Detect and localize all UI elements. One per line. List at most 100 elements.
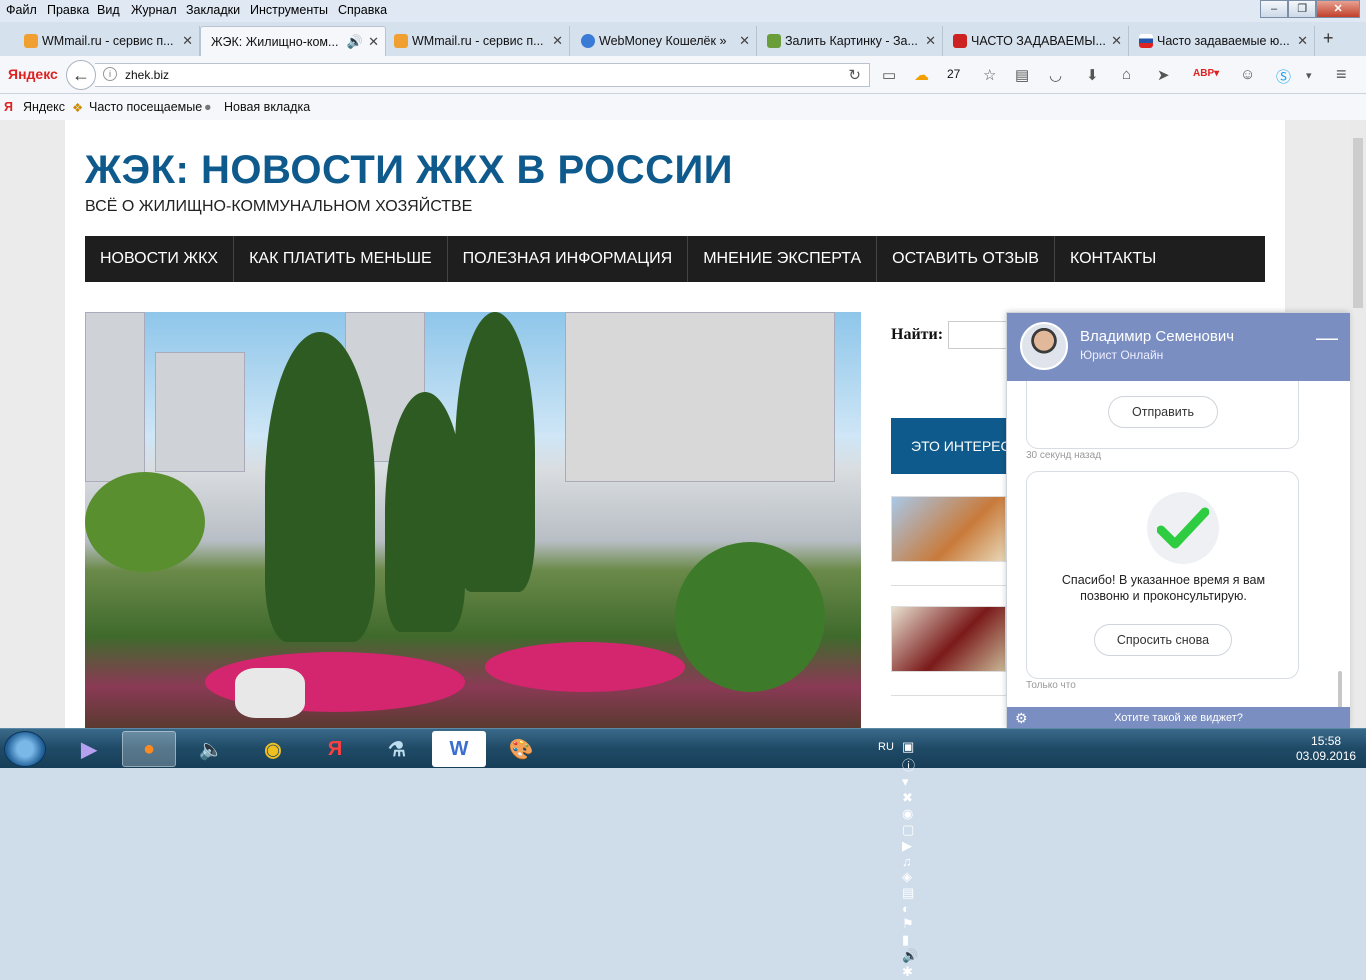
- close-tab-icon[interactable]: ✕: [552, 33, 563, 49]
- menu-history[interactable]: Журнал: [131, 3, 177, 17]
- weather-temp[interactable]: 27: [947, 67, 960, 81]
- minimize-button[interactable]: –: [1260, 0, 1289, 18]
- app-icon[interactable]: ⚗: [370, 731, 424, 767]
- menu-help[interactable]: Справка: [338, 3, 387, 17]
- audio-icon[interactable]: 🔈: [184, 731, 238, 767]
- close-window-button[interactable]: ✕: [1316, 0, 1360, 18]
- new-tab-icon[interactable]: +: [1323, 28, 1334, 49]
- menu-view[interactable]: Вид: [97, 3, 120, 17]
- chat-scrollbar[interactable]: [1338, 671, 1342, 707]
- firefox-icon[interactable]: ●: [122, 731, 176, 767]
- window-controls: – ❐ ✕: [1260, 0, 1360, 18]
- word-icon[interactable]: W: [432, 731, 486, 767]
- menu-bookmarks[interactable]: Закладки: [186, 3, 240, 17]
- send-button[interactable]: Отправить: [1108, 396, 1218, 428]
- menu-expert[interactable]: МНЕНИЕ ЭКСПЕРТА: [688, 236, 878, 282]
- bookmark-new-tab[interactable]: Новая вкладка: [224, 100, 310, 114]
- menu-pay-less[interactable]: КАК ПЛАТИТЬ МЕНЬШЕ: [234, 236, 448, 282]
- tab-webmoney[interactable]: WebMoney Кошелёк » ✕: [575, 26, 757, 56]
- close-tab-icon[interactable]: ✕: [1111, 33, 1122, 49]
- article-thumbnail[interactable]: [891, 606, 1006, 672]
- bookmarks-bar: Я Яндекс ❖ Часто посещаемые ● Новая вкла…: [0, 94, 1366, 120]
- start-button[interactable]: [4, 731, 46, 767]
- bookmark-yandex[interactable]: Яндекс: [23, 100, 65, 114]
- menu-news[interactable]: НОВОСТИ ЖКХ: [85, 236, 235, 282]
- yandex-logo[interactable]: Яндекс: [8, 66, 58, 82]
- tab-upload-image[interactable]: Залить Картинку - За... ✕: [761, 26, 943, 56]
- close-tab-icon[interactable]: ✕: [368, 34, 379, 50]
- pocket-icon[interactable]: ◡: [1049, 66, 1062, 84]
- tab-zhek[interactable]: ЖЭК: Жилищно-ком... 🔊 ✕: [200, 26, 386, 56]
- tab-wmmail-1[interactable]: WMmail.ru - сервис п... ✕: [18, 26, 200, 56]
- clock-time: 15:58: [1311, 734, 1342, 748]
- chrome-icon[interactable]: ◉: [246, 731, 300, 767]
- minimize-chat-icon[interactable]: —: [1316, 325, 1338, 351]
- close-tab-icon[interactable]: ✕: [182, 33, 193, 49]
- reload-icon[interactable]: ↻: [848, 66, 861, 84]
- bush: [675, 542, 825, 692]
- gear-icon[interactable]: ⚙: [1015, 707, 1028, 729]
- article-thumbnail[interactable]: [891, 496, 1006, 562]
- bookmark-most-visited[interactable]: Часто посещаемые: [89, 100, 202, 114]
- yandex-bookmark-icon: Я: [4, 100, 13, 114]
- close-tab-icon[interactable]: ✕: [739, 33, 750, 49]
- info-icon[interactable]: i: [103, 67, 117, 81]
- menu-file[interactable]: Файл: [6, 3, 37, 17]
- page-scrollbar[interactable]: [1350, 120, 1366, 728]
- tab-faq-1[interactable]: ЧАСТО ЗАДАВАЕМЫ... ✕: [947, 26, 1129, 56]
- weather-icon[interactable]: ☁: [914, 66, 929, 84]
- back-button[interactable]: ←: [66, 60, 96, 90]
- tree: [455, 312, 535, 592]
- close-tab-icon[interactable]: ✕: [1297, 33, 1308, 49]
- speaker-icon[interactable]: 🔊: [347, 34, 363, 50]
- widget-promo-link[interactable]: Хотите такой же виджет?: [1114, 712, 1243, 724]
- wmmail-icon: [394, 34, 408, 48]
- folder-icon: ❖: [72, 101, 84, 115]
- download-icon[interactable]: ⬇: [1086, 66, 1099, 84]
- menu-icon[interactable]: ≡: [1336, 64, 1347, 85]
- chat-form-bubble: Отправить: [1026, 381, 1299, 449]
- building: [155, 352, 245, 472]
- close-tab-icon[interactable]: ✕: [925, 33, 936, 49]
- star-icon[interactable]: ☆: [983, 66, 996, 84]
- russia-flag-icon: [1139, 34, 1153, 48]
- send-icon[interactable]: ➤: [1157, 66, 1170, 84]
- chat-widget: Владимир Семенович Юрист Онлайн — Отправ…: [1006, 312, 1350, 729]
- building: [85, 312, 145, 482]
- globe-icon: ●: [204, 100, 212, 114]
- language-indicator[interactable]: RU: [878, 741, 894, 753]
- avatar: [1020, 322, 1068, 370]
- scrollbar-thumb[interactable]: [1353, 138, 1363, 308]
- maximize-button[interactable]: ❐: [1288, 0, 1317, 18]
- menu-useful-info[interactable]: ПОЛЕЗНАЯ ИНФОРМАЦИЯ: [448, 236, 689, 282]
- menu-feedback[interactable]: ОСТАВИТЬ ОТЗЫВ: [877, 236, 1055, 282]
- tray-icons[interactable]: ▣ ⓘ ▾ ✖ ◉ ▢ ▶ ♫ ◈ ▤ ◐ ⚑ ▮ 🔊 ✱: [902, 739, 918, 980]
- reading-list-icon[interactable]: ▤: [1015, 66, 1029, 84]
- search-label: Найти:: [891, 326, 944, 343]
- tab-bar: WMmail.ru - сервис п... ✕ ЖЭК: Жилищно-ко…: [0, 22, 1366, 56]
- yandex-browser-icon[interactable]: Я: [308, 731, 362, 767]
- tab-wmmail-2[interactable]: WMmail.ru - сервис п... ✕: [388, 26, 570, 56]
- site-title[interactable]: ЖЭК: НОВОСТИ ЖКХ В РОССИИ: [85, 148, 733, 193]
- chat-icon[interactable]: ☺: [1240, 66, 1255, 83]
- tree: [265, 332, 375, 642]
- divider: [891, 585, 1006, 586]
- media-icon[interactable]: ▶: [62, 731, 116, 767]
- paint-icon[interactable]: 🎨: [494, 731, 548, 767]
- webmoney-icon: [581, 34, 595, 48]
- address-bar[interactable]: i zhek.biz ↻: [95, 63, 870, 87]
- screenshot-icon[interactable]: ▭: [882, 66, 896, 84]
- skype-icon[interactable]: Ⓢ: [1276, 66, 1291, 87]
- ask-again-button[interactable]: Спросить снова: [1094, 624, 1232, 656]
- chevron-down-icon[interactable]: ▾: [1306, 69, 1312, 82]
- menu-contacts[interactable]: КОНТАКТЫ: [1055, 236, 1171, 282]
- menu-tools[interactable]: Инструменты: [250, 3, 328, 17]
- home-icon[interactable]: ⌂: [1122, 66, 1131, 83]
- adblock-icon[interactable]: ABP▾: [1193, 68, 1219, 79]
- tab-faq-2[interactable]: Часто задаваемые ю... ✕: [1133, 26, 1315, 56]
- menu-edit[interactable]: Правка: [47, 3, 89, 17]
- bush: [85, 472, 205, 572]
- url-text[interactable]: zhek.biz: [125, 68, 169, 82]
- clock[interactable]: 15:58 03.09.2016: [1296, 734, 1356, 764]
- hero-image[interactable]: [85, 312, 861, 728]
